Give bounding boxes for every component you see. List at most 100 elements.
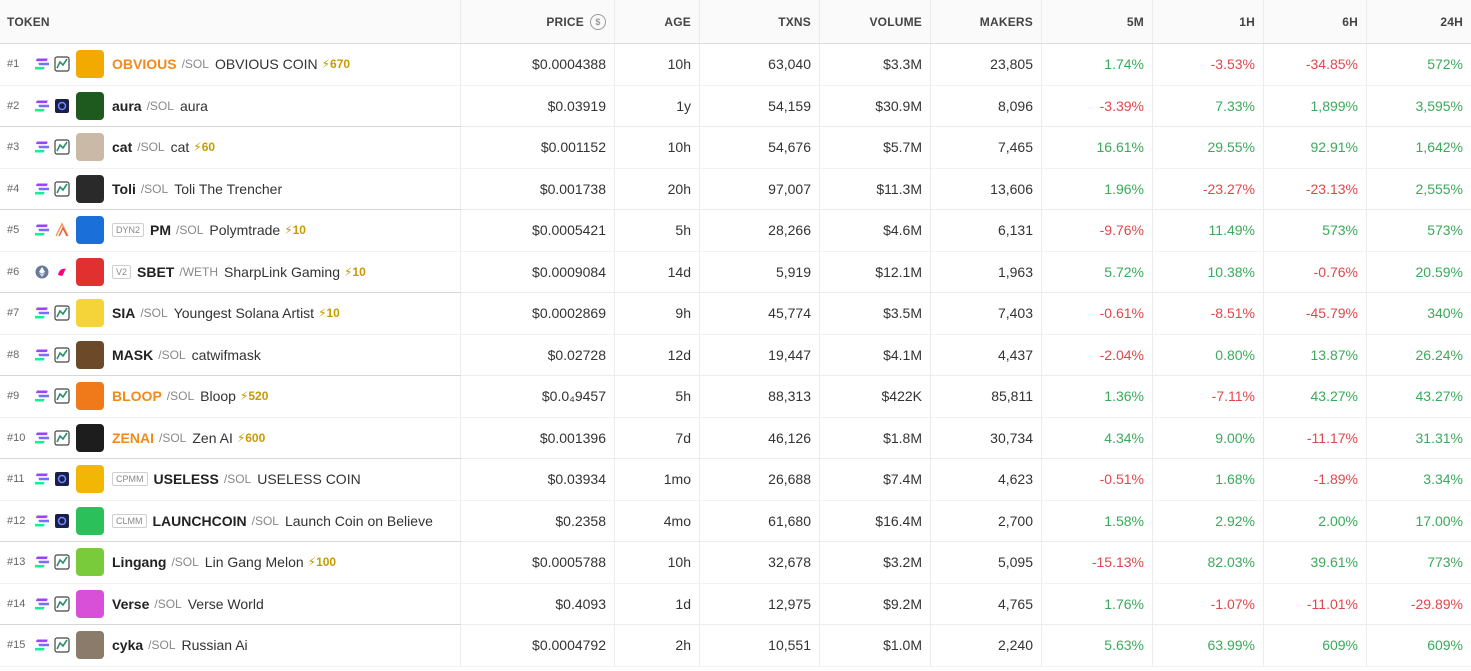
table-row[interactable]: #13 Lingang /SOL Lin Gang Melon ⚡100 $0.…: [0, 542, 1471, 584]
header-age[interactable]: AGE: [615, 0, 700, 43]
token-avatar: [76, 423, 104, 452]
makers-cell: 30,734: [931, 417, 1042, 459]
age-cell: 2h: [615, 625, 700, 667]
token-name: SharpLink Gaming: [224, 263, 340, 280]
change-5m-cell: -3.39%: [1042, 85, 1153, 127]
token-cell[interactable]: #12 CLMM LAUNCHCOIN /SOL Launch Coin on …: [0, 500, 461, 542]
token-cell[interactable]: #1 OBVIOUS /SOL OBVIOUS COIN ⚡670: [0, 44, 461, 86]
txns-cell: 19,447: [700, 334, 820, 376]
price-cell: $0.03934: [461, 459, 615, 501]
token-cell[interactable]: #5 DYN2 PM /SOL Polymtrade ⚡10: [0, 210, 461, 252]
solana-icon: [34, 347, 50, 363]
table-row[interactable]: #12 CLMM LAUNCHCOIN /SOL Launch Coin on …: [0, 500, 1471, 542]
change-5m-cell: -15.13%: [1042, 542, 1153, 584]
token-name: Russian Ai: [181, 637, 248, 654]
makers-cell: 7,465: [931, 127, 1042, 169]
boost-badge: ⚡670: [321, 57, 351, 72]
table-row[interactable]: #1 OBVIOUS /SOL OBVIOUS COIN ⚡670 $0.000…: [0, 44, 1471, 86]
table-row[interactable]: #10 ZENAI /SOL Zen AI ⚡600 $0.001396 7d …: [0, 417, 1471, 459]
raydium-icon: [54, 554, 70, 570]
token-cell[interactable]: #10 ZENAI /SOL Zen AI ⚡600: [0, 417, 461, 459]
table-row[interactable]: #9 BLOOP /SOL Bloop ⚡520 $0.0₄9457 5h 88…: [0, 376, 1471, 418]
txns-cell: 12,975: [700, 583, 820, 625]
change-6h-cell: -1.89%: [1264, 459, 1367, 501]
table-row[interactable]: #14 Verse /SOL Verse World $0.4093 1d 12…: [0, 583, 1471, 625]
price-cell: $0.001738: [461, 168, 615, 210]
txns-cell: 97,007: [700, 168, 820, 210]
change-1h-cell: 82.03%: [1153, 542, 1264, 584]
rank-label: #13: [7, 556, 26, 569]
table-row[interactable]: #2 aura /SOL aura $0.03919 1y 54,159 $30…: [0, 85, 1471, 127]
rank-label: #1: [7, 58, 20, 71]
age-cell: 1y: [615, 85, 700, 127]
raydium-icon: [54, 56, 70, 72]
currency-toggle-icon[interactable]: $: [590, 13, 606, 30]
table-row[interactable]: #6 V2 SBET /WETH SharpLink Gaming ⚡10 $0…: [0, 251, 1471, 293]
table-row[interactable]: #5 DYN2 PM /SOL Polymtrade ⚡10 $0.000542…: [0, 210, 1471, 252]
change-5m-cell: 5.72%: [1042, 251, 1153, 293]
table-row[interactable]: #3 cat /SOL cat ⚡60 $0.001152 10h 54,676…: [0, 127, 1471, 169]
change-24h-cell: 773%: [1367, 542, 1471, 584]
raydium-icon: [54, 596, 70, 612]
txns-cell: 61,680: [700, 500, 820, 542]
token-cell[interactable]: #6 V2 SBET /WETH SharpLink Gaming ⚡10: [0, 251, 461, 293]
token-cell[interactable]: #9 BLOOP /SOL Bloop ⚡520: [0, 376, 461, 418]
txns-cell: 32,678: [700, 542, 820, 584]
header-6h[interactable]: 6H: [1264, 0, 1367, 43]
token-avatar: [76, 340, 104, 369]
header-txns[interactable]: TXNS: [700, 0, 820, 43]
solana-icon: [34, 98, 50, 114]
header-5m[interactable]: 5M: [1042, 0, 1153, 43]
token-cell[interactable]: #4 Toli /SOL Toli The Trencher: [0, 168, 461, 210]
quote-token: /SOL: [146, 98, 174, 113]
txns-cell: 28,266: [700, 210, 820, 252]
boost-badge: ⚡520: [239, 389, 269, 404]
age-cell: 10h: [615, 542, 700, 584]
rank-label: #6: [7, 265, 20, 278]
header-price[interactable]: PRICE $: [461, 0, 615, 43]
token-cell[interactable]: #7 SIA /SOL Youngest Solana Artist ⚡10: [0, 293, 461, 335]
change-24h-cell: 3.34%: [1367, 459, 1471, 501]
solana-icon: [34, 430, 50, 446]
solana-icon: [34, 139, 50, 155]
makers-cell: 13,606: [931, 168, 1042, 210]
header-24h[interactable]: 24H: [1367, 0, 1471, 43]
change-1h-cell: -8.51%: [1153, 293, 1264, 335]
header-1h[interactable]: 1H: [1153, 0, 1264, 43]
token-symbol: SBET: [137, 263, 175, 280]
token-avatar: [76, 50, 104, 79]
change-6h-cell: -0.76%: [1264, 251, 1367, 293]
token-cell[interactable]: #3 cat /SOL cat ⚡60: [0, 127, 461, 169]
header-token[interactable]: TOKEN: [0, 0, 461, 43]
makers-cell: 8,096: [931, 85, 1042, 127]
token-symbol: cat: [112, 139, 133, 156]
token-cell[interactable]: #2 aura /SOL aura: [0, 85, 461, 127]
change-5m-cell: 1.58%: [1042, 500, 1153, 542]
token-cell[interactable]: #13 Lingang /SOL Lin Gang Melon ⚡100: [0, 542, 461, 584]
meteora-icon: [54, 513, 70, 529]
table-row[interactable]: #8 MASK /SOL catwifmask $0.02728 12d 19,…: [0, 334, 1471, 376]
change-5m-cell: 16.61%: [1042, 127, 1153, 169]
change-1h-cell: 0.80%: [1153, 334, 1264, 376]
token-cell[interactable]: #15 cyka /SOL Russian Ai: [0, 625, 461, 667]
makers-cell: 85,811: [931, 376, 1042, 418]
change-1h-cell: -23.27%: [1153, 168, 1264, 210]
token-cell[interactable]: #14 Verse /SOL Verse World: [0, 583, 461, 625]
token-cell[interactable]: #8 MASK /SOL catwifmask: [0, 334, 461, 376]
table-row[interactable]: #15 cyka /SOL Russian Ai $0.0004792 2h 1…: [0, 625, 1471, 667]
makers-cell: 2,700: [931, 500, 1042, 542]
change-6h-cell: -45.79%: [1264, 293, 1367, 335]
table-row[interactable]: #7 SIA /SOL Youngest Solana Artist ⚡10 $…: [0, 293, 1471, 335]
table-row[interactable]: #11 CPMM USELESS /SOL USELESS COIN $0.03…: [0, 459, 1471, 501]
header-volume[interactable]: VOLUME: [820, 0, 931, 43]
table-row[interactable]: #4 Toli /SOL Toli The Trencher $0.001738…: [0, 168, 1471, 210]
txns-cell: 26,688: [700, 459, 820, 501]
makers-cell: 4,437: [931, 334, 1042, 376]
change-1h-cell: 7.33%: [1153, 85, 1264, 127]
quote-token: /WETH: [179, 264, 219, 279]
header-makers[interactable]: MAKERS: [931, 0, 1042, 43]
token-name: cat: [170, 139, 190, 156]
volume-cell: $5.7M: [820, 127, 931, 169]
token-cell[interactable]: #11 CPMM USELESS /SOL USELESS COIN: [0, 459, 461, 501]
token-symbol: ZENAI: [112, 429, 154, 446]
